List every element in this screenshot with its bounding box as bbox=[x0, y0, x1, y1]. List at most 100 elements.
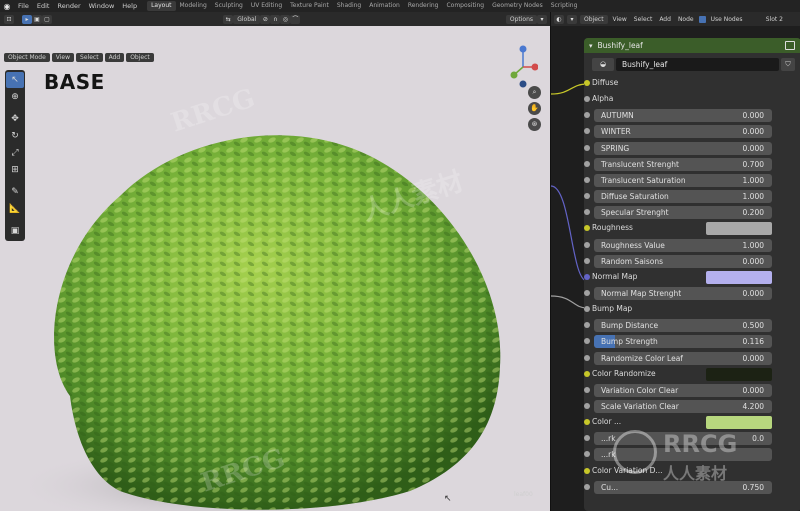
socket-input-icon[interactable] bbox=[584, 96, 590, 103]
menu-file[interactable]: File bbox=[14, 2, 33, 10]
value-slider[interactable]: Variation Color Clear 0.000 bbox=[594, 383, 772, 397]
menu-help[interactable]: Help bbox=[118, 2, 141, 10]
socket-input-icon[interactable] bbox=[584, 467, 590, 474]
menu-edit[interactable]: Edit bbox=[33, 2, 54, 10]
value-slider[interactable]: Specular Strenght 0.200 bbox=[594, 206, 772, 220]
tab-modeling[interactable]: Modeling bbox=[176, 1, 211, 11]
shader-node-editor[interactable]: ◐ ▾ Object View Select Add Node Use Node… bbox=[550, 12, 800, 511]
select-menu[interactable]: Select bbox=[632, 16, 655, 23]
menu-window[interactable]: Window bbox=[85, 2, 119, 10]
node-group-browse-icon[interactable]: ◒ bbox=[592, 58, 614, 71]
node-header[interactable]: ▾ Bushify_leaf bbox=[584, 38, 800, 53]
socket-input-icon[interactable] bbox=[584, 176, 590, 183]
value-slider[interactable]: Roughness Value 1.000 bbox=[594, 238, 772, 252]
object-menu[interactable]: Object bbox=[126, 53, 154, 62]
socket-input-icon[interactable] bbox=[584, 386, 590, 393]
value-slider[interactable]: Random Saisons 0.000 bbox=[594, 254, 772, 268]
pan-hand-icon[interactable]: ✋ bbox=[528, 102, 541, 115]
socket-input-icon[interactable] bbox=[584, 354, 590, 361]
socket-input-icon[interactable] bbox=[584, 419, 590, 426]
add-menu[interactable]: Add bbox=[657, 16, 673, 23]
socket-input-icon[interactable] bbox=[584, 306, 590, 313]
snap-icon[interactable]: ⊘ bbox=[260, 14, 271, 24]
chevron-down-icon[interactable]: ▾ bbox=[537, 14, 547, 24]
color-swatch[interactable] bbox=[706, 416, 772, 430]
value-slider[interactable]: Diffuse Saturation 1.000 bbox=[594, 190, 772, 204]
object-mode-dropdown[interactable]: Object Mode bbox=[4, 53, 50, 62]
value-slider[interactable]: Scale Variation Clear 4.200 bbox=[594, 400, 772, 413]
slot-dropdown[interactable]: Slot 2 bbox=[764, 16, 785, 23]
select-box-icon[interactable]: ▸ bbox=[22, 14, 32, 24]
proportional-edit-icon[interactable]: ◎ bbox=[280, 14, 291, 24]
tab-animation[interactable]: Animation bbox=[365, 1, 404, 11]
orientation-dropdown[interactable]: Global bbox=[233, 14, 261, 24]
value-slider[interactable]: Translucent Strenght 0.700 bbox=[594, 157, 772, 171]
magnet-icon[interactable]: ∩ bbox=[270, 14, 281, 24]
value-slider[interactable]: Bump Strength 0.116 bbox=[594, 335, 772, 349]
blender-logo-icon[interactable]: ◉ bbox=[0, 2, 14, 11]
rotate-tool-icon[interactable]: ↻ bbox=[6, 128, 24, 144]
tab-layout[interactable]: Layout bbox=[147, 1, 176, 11]
tab-shading[interactable]: Shading bbox=[333, 1, 365, 11]
tab-rendering[interactable]: Rendering bbox=[404, 1, 443, 11]
socket-input-icon[interactable] bbox=[584, 370, 590, 377]
measure-tool-icon[interactable]: 📐 bbox=[6, 201, 24, 217]
node-group-name-field[interactable]: Bushify_leaf bbox=[616, 58, 779, 71]
socket-input-icon[interactable] bbox=[584, 322, 590, 329]
tab-scripting[interactable]: Scripting bbox=[547, 1, 582, 11]
socket-input-icon[interactable] bbox=[584, 451, 590, 458]
view-menu[interactable]: View bbox=[611, 16, 629, 23]
editor-type-icon[interactable]: ⊡ bbox=[4, 14, 14, 24]
value-slider[interactable]: SPRING 0.000 bbox=[594, 141, 772, 155]
transform-tool-icon[interactable]: ⊞ bbox=[6, 162, 24, 178]
socket-input-icon[interactable] bbox=[584, 273, 590, 280]
annotate-tool-icon[interactable]: ✎ bbox=[6, 184, 24, 200]
select-menu[interactable]: Select bbox=[76, 53, 103, 62]
fake-user-shield-icon[interactable]: ⛉ bbox=[781, 58, 795, 71]
node-copy-icon[interactable] bbox=[785, 41, 795, 50]
editor-type-icon[interactable]: ◐ bbox=[554, 14, 564, 24]
scale-tool-icon[interactable]: ⤢ bbox=[6, 145, 24, 161]
color-swatch[interactable] bbox=[706, 367, 772, 381]
select-tool-icon[interactable]: ↖ bbox=[6, 72, 24, 88]
add-menu[interactable]: Add bbox=[104, 53, 125, 62]
socket-input-icon[interactable] bbox=[584, 144, 590, 151]
socket-input-icon[interactable] bbox=[584, 80, 590, 86]
tab-sculpting[interactable]: Sculpting bbox=[211, 1, 247, 11]
tab-uv-editing[interactable]: UV Editing bbox=[247, 1, 286, 11]
collapse-chevron-icon[interactable]: ▾ bbox=[589, 42, 593, 50]
socket-input-icon[interactable] bbox=[584, 160, 590, 167]
socket-input-icon[interactable] bbox=[584, 338, 590, 345]
socket-input-icon[interactable] bbox=[584, 289, 590, 296]
tab-compositing[interactable]: Compositing bbox=[442, 1, 488, 11]
socket-input-icon[interactable] bbox=[584, 128, 590, 135]
socket-input-icon[interactable] bbox=[584, 193, 590, 200]
tab-texture-paint[interactable]: Texture Paint bbox=[286, 1, 333, 11]
node-menu[interactable]: Node bbox=[676, 16, 696, 23]
value-slider[interactable]: WINTER 0.000 bbox=[594, 125, 772, 139]
select-mode-alt-icon[interactable]: ▢ bbox=[42, 14, 52, 24]
move-tool-icon[interactable]: ✥ bbox=[6, 111, 24, 127]
view-menu[interactable]: View bbox=[51, 53, 75, 62]
3d-viewport[interactable]: BASE ↖ ⊕ ✥ ↻ ⤢ ⊞ ✎ 📐 ▣ Object Mode View … bbox=[0, 26, 550, 511]
shader-type-dropdown[interactable]: Object bbox=[580, 14, 608, 24]
navigation-gizmo[interactable] bbox=[508, 44, 538, 90]
camera-view-icon[interactable]: ⊛ bbox=[528, 118, 541, 131]
value-slider[interactable]: Translucent Saturation 1.000 bbox=[594, 173, 772, 187]
cursor-tool-icon[interactable]: ⊕ bbox=[6, 89, 24, 105]
color-swatch[interactable] bbox=[706, 222, 772, 236]
socket-input-icon[interactable] bbox=[584, 209, 590, 216]
value-slider[interactable]: AUTUMN 0.000 bbox=[594, 109, 772, 123]
socket-input-icon[interactable] bbox=[584, 435, 590, 442]
options-dropdown[interactable]: Options bbox=[505, 14, 537, 24]
value-slider[interactable]: Normal Map Strenght 0.000 bbox=[594, 286, 772, 300]
socket-input-icon[interactable] bbox=[584, 483, 590, 490]
socket-input-icon[interactable] bbox=[584, 112, 590, 119]
color-swatch[interactable] bbox=[706, 270, 772, 284]
socket-input-icon[interactable] bbox=[584, 403, 590, 409]
transform-pivot-icon[interactable]: ⇆ bbox=[223, 14, 234, 24]
select-mode-icon[interactable]: ▣ bbox=[32, 14, 42, 24]
socket-input-icon[interactable] bbox=[584, 241, 590, 248]
falloff-icon[interactable]: ⌒ bbox=[290, 14, 301, 24]
value-slider[interactable]: Randomize Color Leaf 0.000 bbox=[594, 351, 772, 365]
